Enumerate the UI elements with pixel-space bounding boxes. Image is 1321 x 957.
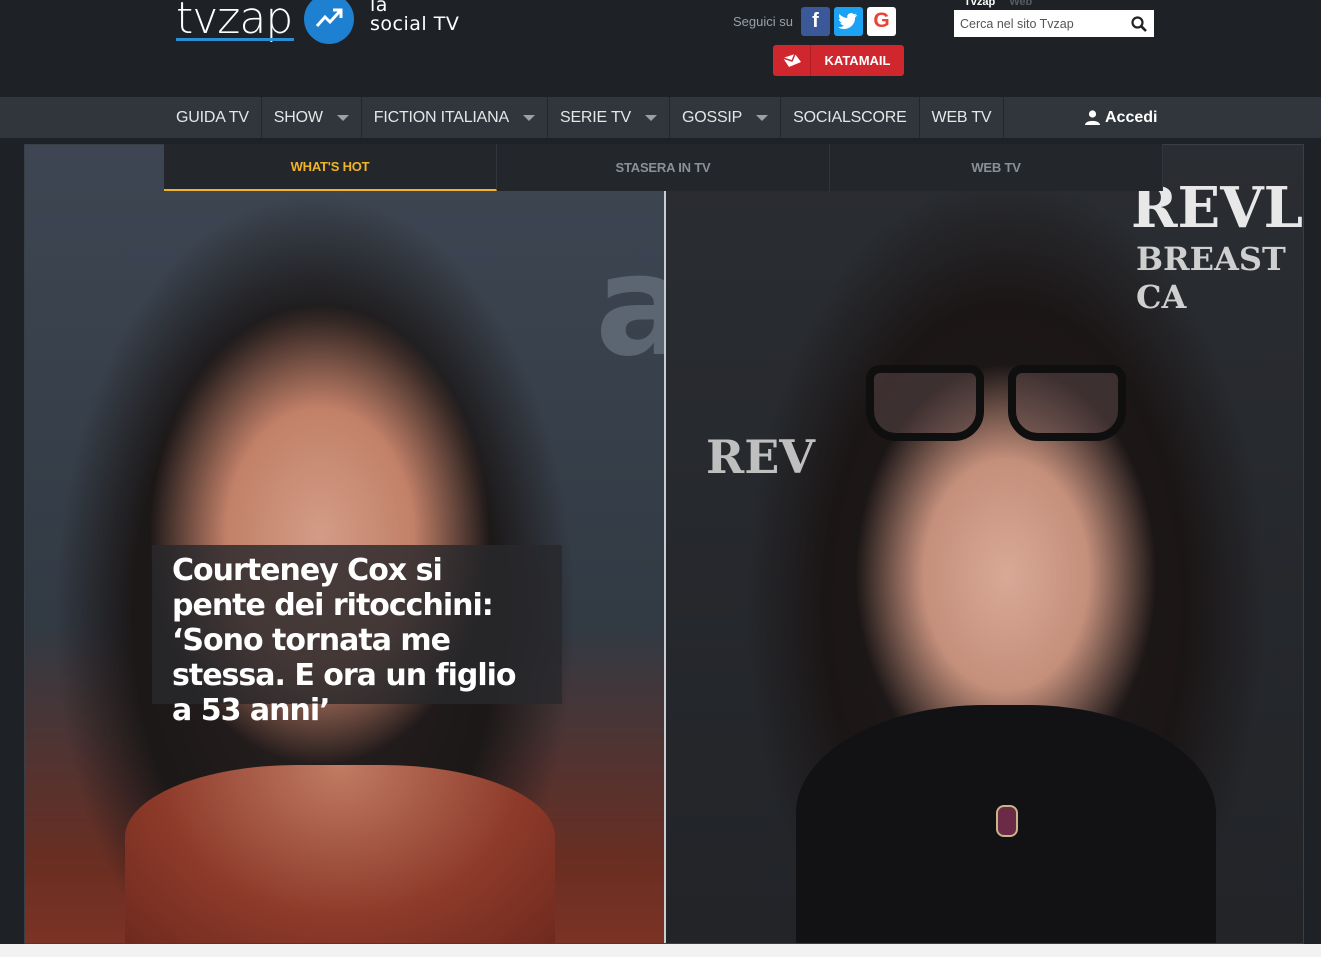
search-icon[interactable] <box>1124 10 1154 37</box>
user-icon <box>1085 110 1100 125</box>
tagline-line2: social TV <box>370 13 460 35</box>
search-tab-web[interactable]: Web <box>1009 0 1032 8</box>
hero-slider[interactable]: a REVLO BREAST CA REV Courteney Cox si p… <box>24 144 1304 944</box>
main-nav: GUIDA TV SHOW FICTION ITALIANA SERIE TV … <box>0 97 1321 138</box>
nav-item-label: WEB TV <box>931 108 992 126</box>
nav-item-label: SHOW <box>273 108 323 126</box>
nav-item-socialscore[interactable]: SOCIALSCORE <box>781 97 920 138</box>
search-input[interactable] <box>954 10 1124 37</box>
nav-item-gossip[interactable]: GOSSIP <box>670 97 782 138</box>
tab-whats-hot[interactable]: WHAT'S HOT <box>164 144 497 191</box>
nav-item-show[interactable]: SHOW <box>262 97 362 138</box>
search-box <box>954 10 1154 37</box>
login-label: Accedi <box>1105 108 1158 126</box>
nav-item-label: SOCIALSCORE <box>793 108 907 126</box>
mail-icon <box>773 45 811 76</box>
chevron-down-icon <box>645 114 657 121</box>
nav-item-label: SERIE TV <box>559 108 631 126</box>
trend-arrow-icon <box>304 0 354 44</box>
nav-item-label: FICTION ITALIANA <box>373 108 509 126</box>
google-icon[interactable]: G <box>866 6 896 36</box>
chevron-down-icon <box>756 114 769 121</box>
nav-item-web-tv[interactable]: WEB TV <box>920 97 1005 138</box>
tab-web-tv[interactable]: WEB TV <box>830 144 1163 191</box>
search-tab-tvzap[interactable]: Tvzap <box>964 0 995 8</box>
site-header: tvzap la social TV Seguici su f G Tvzap … <box>0 0 1321 97</box>
photo-shape <box>125 765 555 943</box>
search-scope-tabs: Tvzap Web <box>964 0 1032 8</box>
section-tabs: WHAT'S HOT STASERA IN TV WEB TV <box>164 144 1163 191</box>
pendant <box>996 805 1018 837</box>
nav-items: GUIDA TV SHOW FICTION ITALIANA SERIE TV … <box>164 97 1005 138</box>
nav-item-serie-tv[interactable]: SERIE TV <box>548 97 670 138</box>
facebook-icon[interactable]: f <box>800 6 830 36</box>
site-logo[interactable]: tvzap <box>176 0 354 54</box>
social-follow: Seguici su f G <box>733 6 896 36</box>
chevron-down-icon <box>522 114 535 121</box>
sunglasses <box>866 365 1126 443</box>
chevron-down-icon <box>336 114 349 121</box>
katamail-label: KATAMAIL <box>824 53 891 68</box>
hero-photo-right: REVLO BREAST CA REV <box>666 145 1303 943</box>
tagline: la social TV <box>370 0 459 34</box>
nav-item-guida-tv[interactable]: GUIDA TV <box>164 97 262 138</box>
background-sign: REV <box>706 430 815 484</box>
background-sign: BREAST CA <box>1136 240 1286 316</box>
nav-item-fiction-italiana[interactable]: FICTION ITALIANA <box>362 97 548 138</box>
logo-underline <box>176 38 294 41</box>
katamail-button[interactable]: KATAMAIL <box>773 45 904 76</box>
nav-item-label: GUIDA TV <box>176 108 249 126</box>
lens <box>866 365 984 441</box>
lens <box>1008 365 1126 441</box>
twitter-icon[interactable] <box>833 6 863 36</box>
headline-overlay[interactable]: Courteney Cox si pente dei ritocchini: ‘… <box>152 545 562 728</box>
follow-label: Seguici su <box>733 13 793 29</box>
login-button[interactable]: Accedi <box>1085 97 1157 138</box>
page-bottom-strip <box>0 944 1321 957</box>
nav-item-label: GOSSIP <box>682 108 743 126</box>
article-headline[interactable]: Courteney Cox si pente dei ritocchini: ‘… <box>172 553 542 728</box>
tab-stasera-in-tv[interactable]: STASERA IN TV <box>497 144 830 191</box>
